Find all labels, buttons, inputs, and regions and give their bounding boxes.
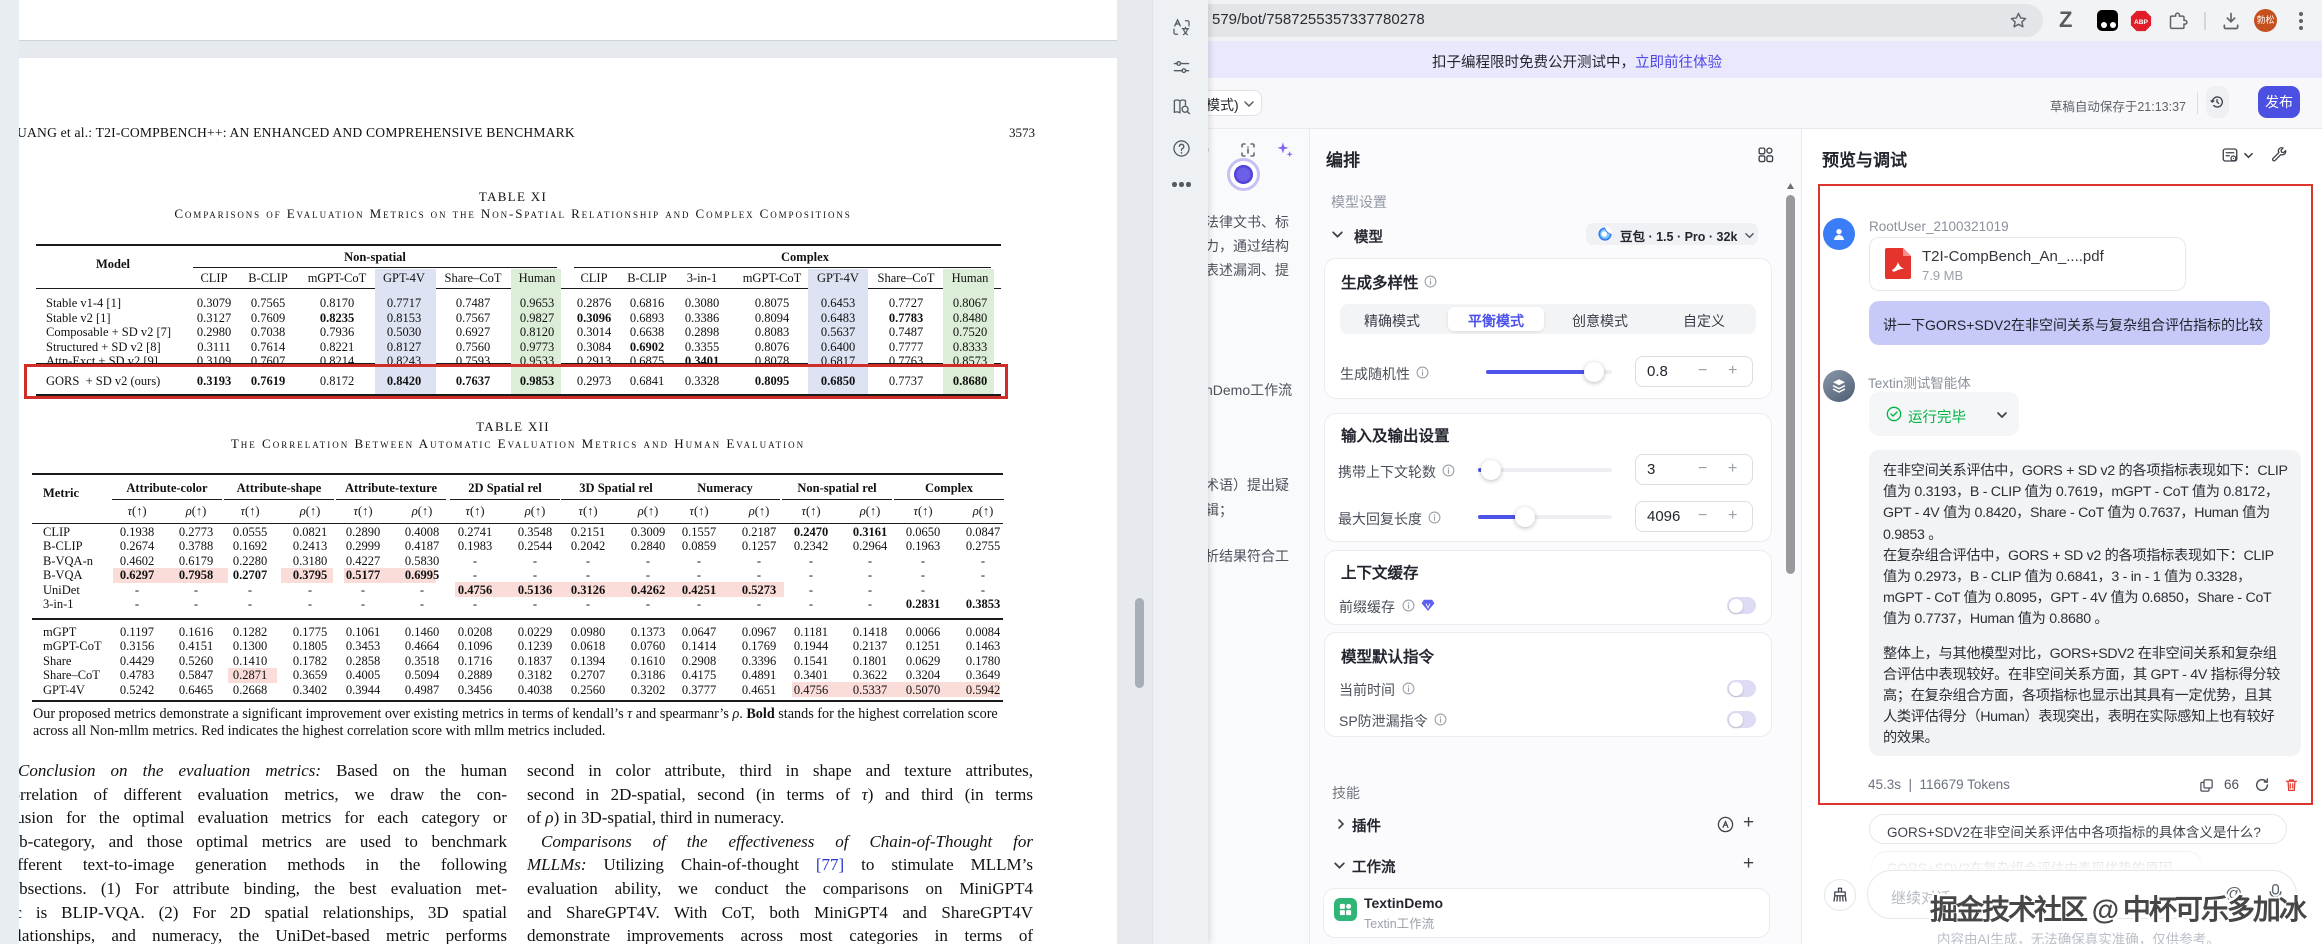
svg-text:ABP: ABP xyxy=(2134,19,2149,26)
